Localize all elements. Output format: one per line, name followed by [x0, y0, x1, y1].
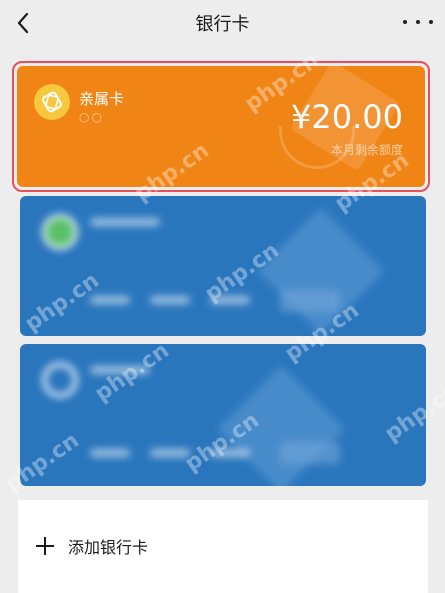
blurred-text	[90, 218, 160, 226]
more-dot	[416, 20, 420, 24]
bank-card[interactable]	[20, 196, 426, 336]
plus-icon	[36, 537, 54, 555]
more-dot	[403, 20, 407, 24]
bank-card[interactable]	[20, 344, 426, 486]
blurred-text	[90, 366, 150, 374]
blurred-text	[210, 296, 250, 304]
blurred-text	[90, 449, 130, 457]
top-nav-bar: 银行卡	[0, 0, 445, 48]
more-button[interactable]	[403, 10, 433, 34]
card-decoration	[217, 365, 345, 486]
add-card-panel: 添加银行卡	[18, 500, 428, 593]
add-bank-card-label: 添加银行卡	[68, 538, 149, 557]
blurred-text	[150, 296, 190, 304]
bank-logo-icon	[42, 214, 78, 250]
blurred-text	[90, 296, 130, 304]
highlight-frame	[12, 61, 430, 192]
add-bank-card-button[interactable]: 添加银行卡	[36, 534, 148, 558]
blurred-text	[280, 290, 340, 312]
blurred-text	[280, 442, 340, 464]
blurred-card-content	[20, 196, 426, 336]
blurred-card-content	[20, 344, 426, 486]
bank-logo-icon	[42, 362, 78, 398]
blurred-text	[150, 449, 190, 457]
card-decoration	[257, 207, 385, 335]
blurred-text	[210, 449, 250, 457]
page-title: 银行卡	[195, 14, 250, 35]
more-dot	[429, 20, 433, 24]
